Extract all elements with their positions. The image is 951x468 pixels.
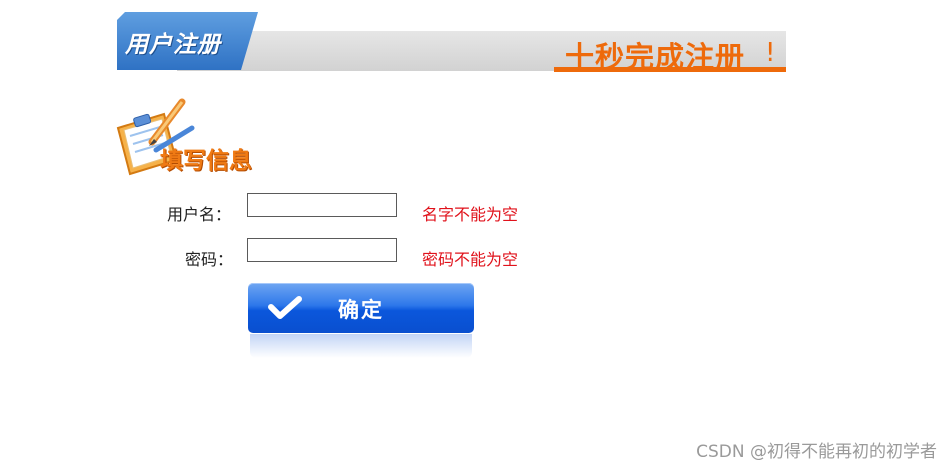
registration-banner: 用户注册 十秒完成注册 !	[117, 12, 786, 74]
confirm-button-label: 确定	[338, 298, 384, 322]
section-heading: 填写信息	[112, 98, 282, 178]
button-reflection	[250, 334, 472, 358]
password-input[interactable]	[247, 238, 397, 262]
banner-title: 用户注册	[125, 32, 221, 58]
checkmark-icon	[268, 296, 302, 319]
slogan-underline	[554, 67, 786, 72]
confirm-button[interactable]: 确定	[248, 283, 474, 333]
watermark: CSDN @初得不能再初的初学者	[696, 442, 937, 462]
password-label: 密码：	[185, 250, 234, 269]
username-input[interactable]	[247, 193, 397, 217]
section-title: 填写信息	[160, 148, 252, 174]
banner-slogan-mark: !	[765, 38, 776, 68]
username-label: 用户名：	[167, 205, 232, 224]
password-error: 密码不能为空	[422, 250, 519, 269]
username-error: 名字不能为空	[422, 205, 519, 224]
